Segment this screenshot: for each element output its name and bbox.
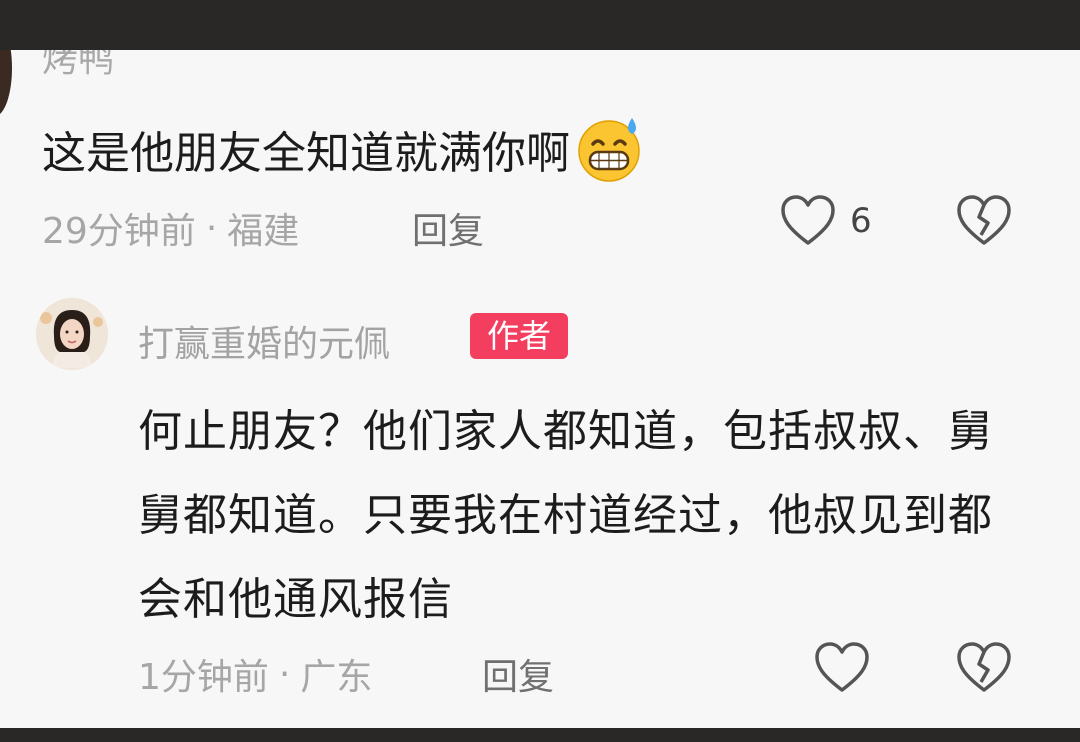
comment-time: 1分钟前 bbox=[138, 657, 269, 698]
author-badge: 作者 bbox=[470, 313, 568, 359]
dislike-button[interactable] bbox=[956, 642, 1012, 694]
heart-outline-icon bbox=[815, 642, 869, 692]
meta-separator: · bbox=[278, 653, 291, 695]
comment-location: 福建 bbox=[227, 211, 300, 252]
like-count: 6 bbox=[850, 201, 872, 241]
comment-list[interactable]: 烤鸭 这是他朋友全知道就满你啊 29分钟前 · 福建 回复 6 打赢重婚的元佩 … bbox=[0, 50, 1080, 728]
avatar[interactable] bbox=[0, 50, 12, 116]
heart-outline-icon bbox=[781, 195, 835, 245]
comment-meta: 1分钟前 · 广东 bbox=[138, 648, 372, 700]
bottom-dark-bar bbox=[0, 728, 1080, 742]
like-button[interactable]: 6 bbox=[780, 195, 872, 247]
comment-body: 这是他朋友全知道就满你啊 bbox=[42, 114, 644, 184]
comment-text: 这是他朋友全知道就满你啊 bbox=[42, 128, 570, 179]
grinning-sweat-emoji-icon bbox=[574, 114, 644, 184]
broken-heart-icon bbox=[957, 195, 1011, 245]
comment-meta: 29分钟前 · 福建 bbox=[42, 202, 299, 254]
avatar[interactable] bbox=[36, 298, 108, 370]
comment-author-name[interactable]: 烤鸭 bbox=[42, 50, 114, 82]
reply-button[interactable]: 回复 bbox=[412, 202, 484, 254]
comment-location: 广东 bbox=[300, 657, 373, 698]
comment-author-name[interactable]: 打赢重婚的元佩 bbox=[138, 315, 390, 367]
reply-button[interactable]: 回复 bbox=[482, 648, 554, 700]
comment-time: 29分钟前 bbox=[42, 211, 196, 252]
like-button[interactable] bbox=[814, 642, 870, 694]
meta-separator: · bbox=[205, 207, 218, 249]
broken-heart-icon bbox=[957, 642, 1011, 692]
top-dark-bar bbox=[0, 0, 1080, 50]
comment-text: 何止朋友？他们家人都知道，包括叔叔、舅舅都知道。只要我在村道经过，他叔见到都会和… bbox=[138, 406, 993, 625]
dislike-button[interactable] bbox=[956, 195, 1012, 247]
